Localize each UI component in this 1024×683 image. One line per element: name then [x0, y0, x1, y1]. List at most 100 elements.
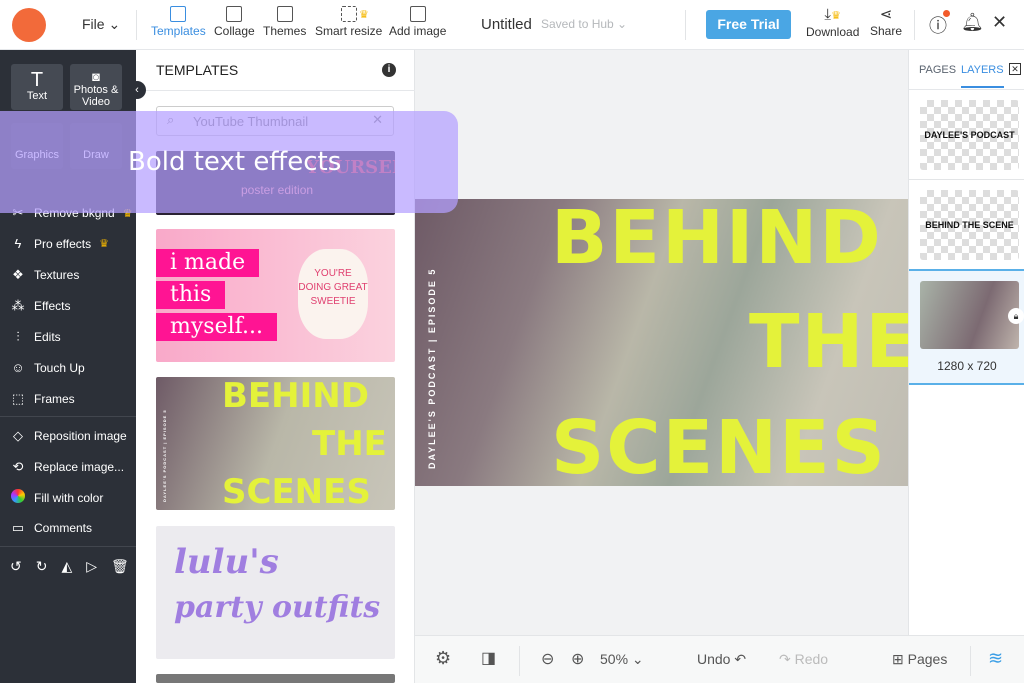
collapse-panel-button[interactable]: ‹ [128, 81, 146, 99]
save-status[interactable]: Saved to Hub ⌄ [541, 17, 627, 31]
info-icon[interactable]: i [382, 63, 396, 77]
download-icon: ⤓♛ [824, 6, 841, 23]
tool-collage[interactable]: Collage [214, 6, 255, 38]
pages-button[interactable]: ⊞ Pages [892, 651, 947, 668]
layer-thumbnail: DAYLEE'S PODCAST [920, 100, 1019, 170]
clear-icon[interactable]: ✕ [372, 112, 383, 128]
template-text: myself... [156, 313, 277, 341]
close-panel-icon[interactable]: ✕ [1009, 63, 1021, 75]
resize-icon [340, 6, 357, 22]
zoom-value: 50% [600, 651, 629, 667]
template-text: lulu's [174, 542, 279, 582]
tile-draw[interactable]: Draw [70, 123, 122, 169]
item-label: Touch Up [34, 360, 85, 375]
pro-effects[interactable]: ϟ Pro effects ♛ [10, 236, 109, 251]
zoom-level[interactable]: 50% ⌄ [600, 651, 644, 668]
add-page-icon: ⊞ [892, 651, 904, 667]
textures[interactable]: ❖ Textures [10, 267, 79, 283]
template-card[interactable]: YOURSELF poster edition [156, 151, 395, 215]
canvas-text-behind[interactable]: BEHIND [551, 201, 883, 275]
flip-horizontal-icon[interactable]: ◭ [61, 558, 72, 575]
tab-layers[interactable]: LAYERS [961, 64, 1004, 88]
remove-background[interactable]: ✂ Remove bkgnd ♛ [10, 205, 133, 221]
rotate-left-icon[interactable]: ↺ [10, 558, 22, 575]
scissors-icon: ✂ [12, 205, 24, 220]
share-button[interactable]: ⋖ Share [870, 6, 902, 38]
tool-smart-resize[interactable]: Smart resize ♛ [315, 6, 382, 38]
canvas-text-the[interactable]: THE [749, 305, 908, 379]
share-label: Share [870, 24, 903, 38]
fill-with-color[interactable]: Fill with color [10, 489, 103, 506]
image-size: 1280 x 720 [937, 359, 997, 373]
reposition-image[interactable]: ◇ Reposition image [10, 428, 127, 444]
tool-label: Themes [263, 24, 307, 38]
lock-icon[interactable]: 🔒︎ [1008, 308, 1024, 324]
rotate-right-icon[interactable]: ↻ [36, 558, 48, 575]
layer-item-selected[interactable]: 🔒︎ 1280 x 720 [909, 269, 1024, 385]
divider [136, 90, 415, 91]
zoom-in-icon[interactable]: ⊕ [571, 649, 584, 669]
trash-icon[interactable]: 🗑︎ [111, 558, 129, 575]
tile-photos-video[interactable]: ◙ Photos & Video [70, 64, 122, 110]
undo-button[interactable]: Undo ↶ [697, 651, 746, 668]
layers-icon[interactable]: ≋ [988, 648, 1003, 669]
tool-templates[interactable]: Templates [151, 6, 206, 38]
tool-themes[interactable]: Themes [263, 6, 306, 38]
layer-item[interactable]: DAYLEE'S PODCAST [909, 90, 1024, 180]
reposition-icon: ◇ [13, 428, 23, 443]
close-icon[interactable]: ✕ [992, 12, 1007, 33]
edits[interactable]: ⫶ Edits [10, 329, 60, 345]
comments[interactable]: ▭ Comments [10, 520, 92, 536]
textures-icon: ❖ [12, 267, 24, 282]
document-title[interactable]: Untitled [481, 16, 532, 33]
template-search-input[interactable]: YouTube Thumbnail ⌕ ✕ [156, 106, 394, 136]
design-canvas[interactable]: BEHIND THE SCENES DAYLEE'S PODCAST | EPI… [415, 199, 908, 486]
divider [0, 416, 136, 417]
split-view-icon[interactable]: ◨ [481, 648, 496, 668]
frames[interactable]: ⬚ Frames [10, 391, 75, 407]
file-menu[interactable]: File ⌄ [82, 16, 120, 33]
tile-graphics[interactable]: Graphics [11, 123, 63, 169]
download-button[interactable]: ⤓♛ Download [806, 6, 859, 39]
divider [970, 646, 971, 676]
tile-label: Draw [83, 149, 109, 161]
tab-pages[interactable]: PAGES [919, 64, 956, 76]
redo-button[interactable]: ↷ Redo [779, 651, 828, 668]
divider [685, 10, 686, 40]
template-text: YOU'RE DOING GREAT SWEETIE [298, 249, 368, 339]
sliders-icon: ⫶ [16, 329, 20, 344]
left-sidebar: T Text ◙ Photos & Video Graphics Draw ✂ Rem… [0, 50, 136, 683]
top-bar: File ⌄ Templates Collage Themes Smart re… [0, 0, 1024, 50]
flip-vertical-icon[interactable]: ▷ [86, 558, 97, 575]
search-placeholder: YouTube Thumbnail [193, 114, 309, 129]
free-trial-button[interactable]: Free Trial [706, 10, 791, 39]
template-card[interactable]: i made this myself... YOU'RE DOING GREAT… [156, 229, 395, 362]
help-icon[interactable]: ⓘ [929, 10, 950, 38]
touch-up[interactable]: ☺ Touch Up [10, 360, 85, 375]
notification-dot [943, 10, 950, 17]
template-card[interactable]: BEHIND THE SCENES DAYLEE'S PODCAST | EPI… [156, 377, 395, 510]
comment-icon: ▭ [11, 520, 25, 535]
app-logo[interactable] [12, 8, 46, 42]
tile-label: Photos & Video [73, 84, 119, 108]
item-label: Frames [34, 392, 75, 406]
divider [0, 546, 136, 547]
redo-icon: ↷ [779, 651, 791, 667]
template-card[interactable]: lulu's party outfits [156, 526, 395, 659]
tool-add-image[interactable]: Add image [389, 6, 446, 38]
canvas-vertical-text[interactable]: DAYLEE'S PODCAST | EPISODE 5 [427, 268, 437, 469]
collage-icon [226, 6, 243, 22]
template-card[interactable] [156, 674, 395, 683]
layer-item[interactable]: BEHIND THE SCENE [909, 180, 1024, 270]
bell-icon[interactable]: 🔔︎ [961, 12, 984, 33]
bottom-toolbar: ⚙ ◨ ⊖ ⊕ 50% ⌄ Undo ↶ ↷ Redo ⊞ Pages ≋ [415, 635, 1024, 683]
tile-text[interactable]: T Text [11, 64, 63, 110]
canvas-text-scenes[interactable]: SCENES [551, 411, 887, 485]
item-label: Effects [34, 299, 71, 313]
effects[interactable]: ⁂ Effects [10, 298, 71, 314]
zoom-out-icon[interactable]: ⊖ [541, 649, 554, 669]
layer-thumbnail [920, 281, 1019, 349]
settings-icon[interactable]: ⚙ [435, 648, 451, 669]
replace-image[interactable]: ⟲ Replace image... [10, 459, 125, 475]
object-actions: ↺ ↻ ◭ ▷ 🗑︎ [10, 558, 129, 575]
